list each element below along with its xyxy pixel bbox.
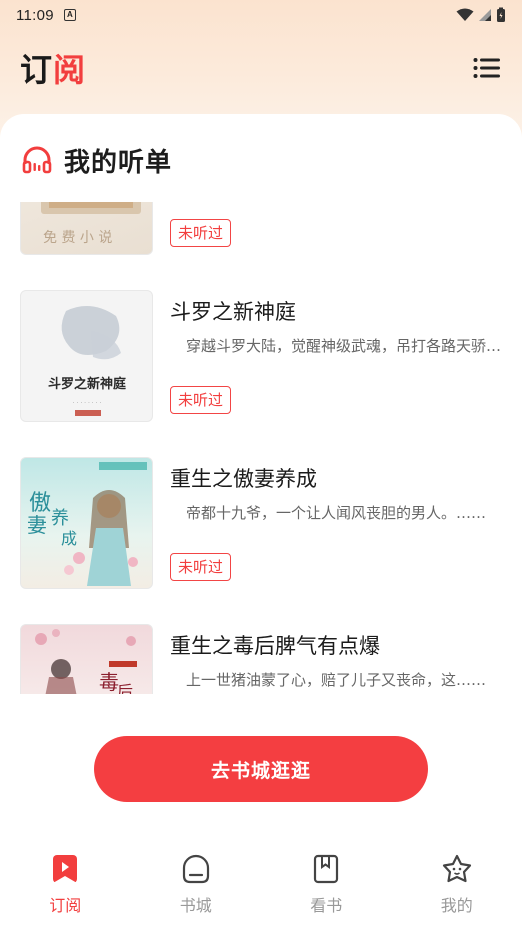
status-bar: 11:09 A: [0, 0, 522, 30]
section-title: 我的听单: [64, 147, 173, 178]
profile-star-icon: [442, 854, 472, 884]
svg-text:成: 成: [61, 529, 77, 548]
nav-tab-read[interactable]: 看书: [261, 854, 392, 928]
notification-icon: A: [63, 9, 76, 21]
page-title-part2: 阅: [53, 51, 87, 89]
svg-text:妻: 妻: [27, 513, 47, 537]
go-to-bookstore-button[interactable]: 去书城逛逛: [94, 736, 428, 802]
list-item[interactable]: 傲 妻 养 成 重生之傲妻养成 帝都十九爷，一个让人闻风丧胆的男人。…… 未听过: [20, 457, 502, 589]
nav-label: 看书: [310, 896, 343, 915]
main-card: 我的听单 免 费 小 说 未听过 斗罗之新神庭 · · · · · · · · …: [0, 114, 522, 928]
book-list[interactable]: 免 费 小 说 未听过 斗罗之新神庭 · · · · · · · · 斗罗之新神…: [0, 202, 522, 694]
book-title: 重生之傲妻养成: [170, 467, 317, 491]
list-menu-icon: [473, 58, 500, 78]
battery-icon: [497, 7, 505, 22]
svg-text:· · · · · · · ·: · · · · · · · ·: [73, 400, 102, 407]
bookmark-icon: [50, 854, 80, 884]
nav-label: 书城: [179, 896, 212, 915]
book-title: 斗罗之新神庭: [170, 300, 296, 324]
book-icon: [311, 854, 341, 884]
list-item[interactable]: 斗罗之新神庭 · · · · · · · · 斗罗之新神庭 穿越斗罗大陆，觉醒神…: [20, 290, 502, 422]
app-header: 订阅: [0, 40, 522, 96]
page-title: 订阅: [20, 45, 86, 91]
list-item[interactable]: 毒 后 重生之毒后脾气有点爆 上一世猪油蒙了心，赔了儿子又丧命，这……: [20, 624, 502, 694]
book-description: 帝都十九爷，一个让人闻风丧胆的男人。……: [186, 504, 487, 522]
nav-label: 订阅: [49, 896, 82, 915]
signal-icon: [479, 9, 491, 21]
nav-tab-bookstore[interactable]: 书城: [131, 854, 262, 928]
bookstore-icon: [181, 854, 211, 884]
nav-label: 我的: [440, 896, 473, 915]
status-icons: [456, 7, 506, 23]
book-cover: 傲 妻 养 成: [20, 457, 153, 589]
book-description: 上一世猪油蒙了心，赔了儿子又丧命，这……: [186, 671, 487, 689]
book-title: 重生之毒后脾气有点爆: [170, 634, 380, 658]
svg-text:免 费 小 说: 免 费 小 说: [43, 230, 112, 246]
list-item[interactable]: 免 费 小 说 未听过: [20, 202, 502, 255]
book-description: 穿越斗罗大陆，觉醒神级武魂，吊打各路天骄……: [186, 337, 502, 355]
svg-text:后: 后: [117, 682, 133, 694]
nav-tab-subscribe[interactable]: 订阅: [0, 854, 131, 928]
bottom-nav: 订阅 书城 看书 我的: [0, 854, 522, 928]
book-cover: 毒 后: [20, 624, 153, 694]
headphones-icon: [22, 146, 52, 174]
section-header: 我的听单: [22, 140, 172, 180]
nav-tab-mine[interactable]: 我的: [392, 854, 522, 928]
book-cover: 斗罗之新神庭 · · · · · · · ·: [20, 290, 153, 422]
page-title-part1: 订: [20, 51, 54, 89]
list-menu-button[interactable]: [472, 54, 502, 82]
svg-text:斗罗之新神庭: 斗罗之新神庭: [48, 376, 127, 392]
unheard-tag: 未听过: [170, 553, 232, 581]
svg-text:养: 养: [51, 508, 69, 529]
svg-text:毒: 毒: [99, 670, 119, 694]
unheard-tag: 未听过: [170, 219, 232, 247]
status-time: 11:09: [16, 6, 54, 24]
unheard-tag: 未听过: [170, 386, 232, 414]
wifi-icon: [456, 8, 474, 21]
book-cover: 免 费 小 说: [20, 202, 153, 255]
